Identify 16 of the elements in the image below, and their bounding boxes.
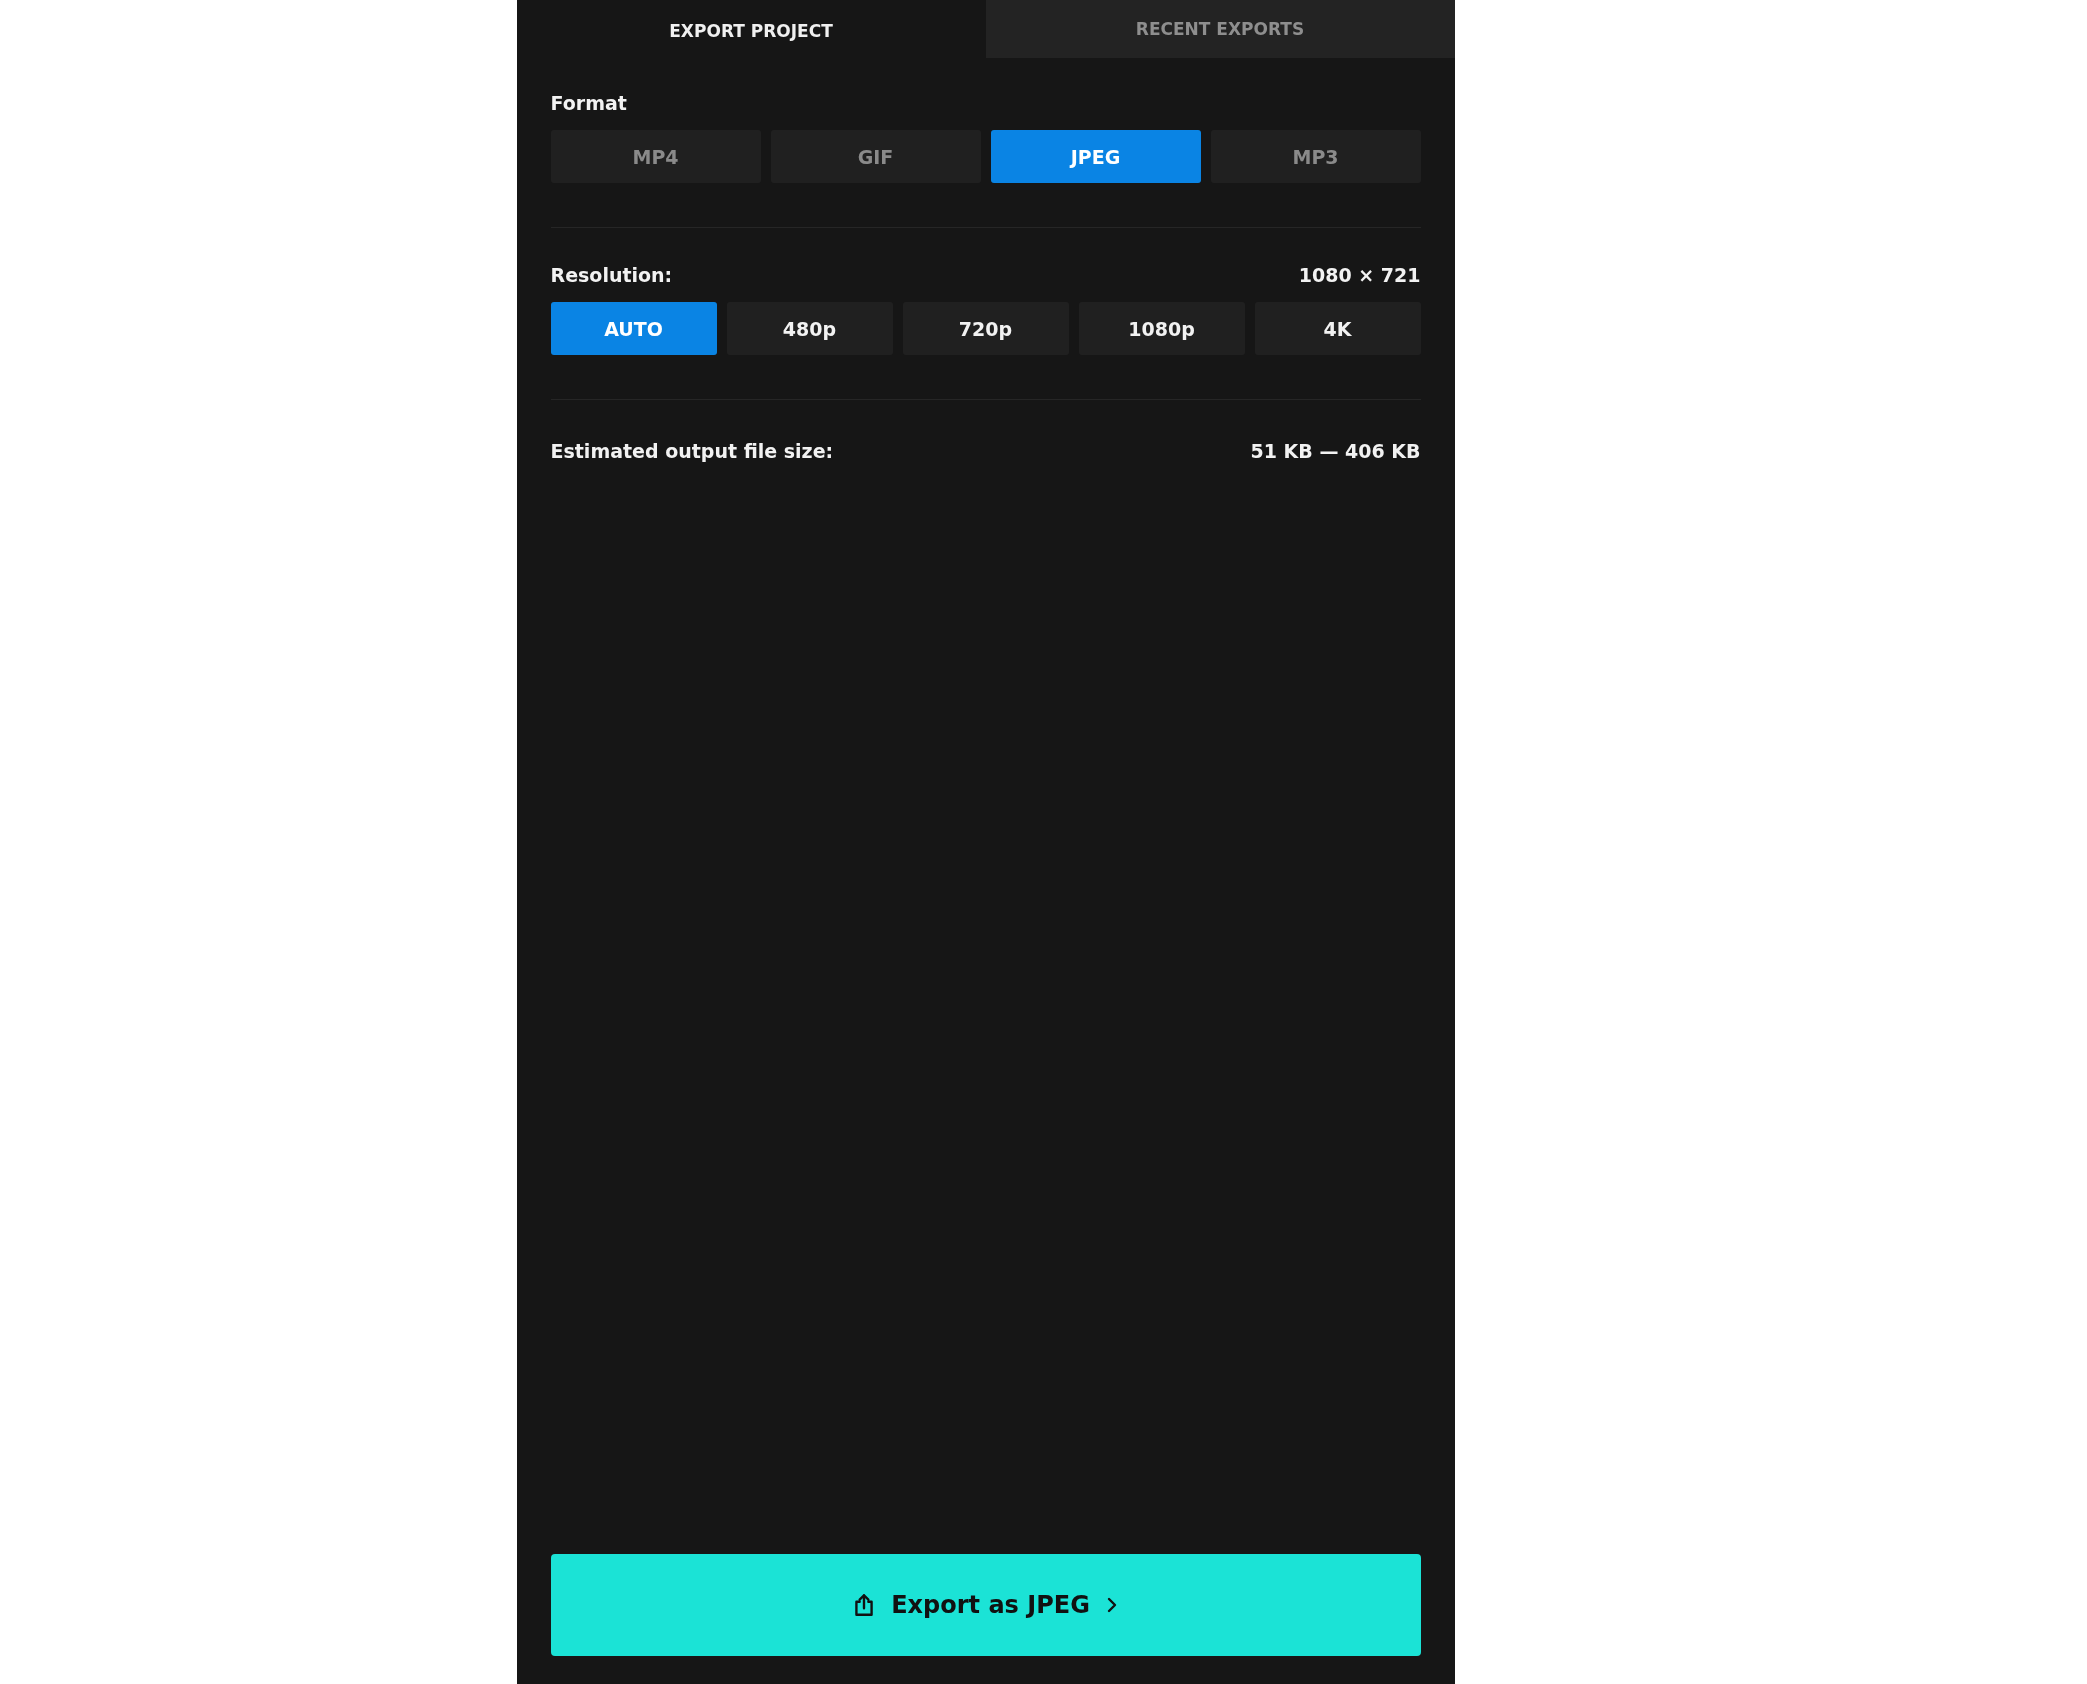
format-option[interactable]: MP3 <box>1210 130 1421 183</box>
estimate-value: 51 KB — 406 KB <box>1250 440 1421 462</box>
tab[interactable]: RECENT EXPORTS <box>985 0 1455 58</box>
format-option[interactable]: GIF <box>770 130 981 183</box>
format-label: Format <box>550 92 628 114</box>
export-button[interactable]: Export as JPEG <box>550 1554 1421 1656</box>
resolution-label: Resolution: <box>550 264 673 286</box>
resolution-option[interactable]: 1080p <box>1078 302 1245 355</box>
resolution-option[interactable]: 720p <box>902 302 1069 355</box>
resolution-option[interactable]: AUTO <box>550 302 717 355</box>
format-option[interactable]: MP4 <box>550 130 761 183</box>
estimate-label: Estimated output file size: <box>550 440 834 462</box>
resolution-value: 1080 × 721 <box>1298 264 1421 286</box>
format-option[interactable]: JPEG <box>990 130 1201 183</box>
resolution-option[interactable]: 480p <box>726 302 893 355</box>
resolution-option[interactable]: 4K <box>1254 302 1421 355</box>
